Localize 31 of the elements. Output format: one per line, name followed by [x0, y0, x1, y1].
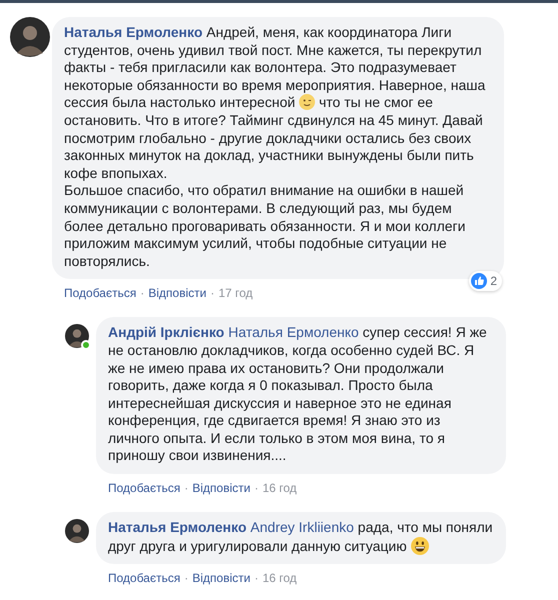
reply-link[interactable]: Відповісти [148, 285, 206, 302]
like-link[interactable]: Подобається [64, 285, 136, 302]
avatar[interactable] [65, 519, 89, 544]
author-link[interactable]: Наталья Ермоленко [108, 519, 247, 536]
like-icon [471, 273, 488, 290]
timestamp: 17 год [218, 285, 253, 302]
reaction-badge[interactable]: 2 [469, 271, 502, 292]
avatar[interactable] [10, 17, 50, 57]
separator-dot: · [254, 480, 258, 496]
timestamp: 16 год [262, 570, 297, 586]
separator-dot: · [140, 285, 144, 302]
reply-link[interactable]: Відповісти [192, 480, 250, 496]
reply-link[interactable]: Відповісти [192, 570, 250, 586]
separator-dot: · [184, 570, 188, 586]
grinning-emoji-icon [410, 536, 429, 555]
like-link[interactable]: Подобається [108, 480, 180, 496]
separator-dot: · [210, 285, 214, 302]
separator-dot: · [254, 570, 258, 586]
comment-text: Андрій Ірклієнко Наталья Ермоленко супер сессия! Я же не остановлю докладчиков, когда особенно судей ВС. Я же не имею права их остановить? Они продолжали говорить, даже когда я 0 показывал. Просто была интереснейшая дискуссия и наверное это не единая конференция, где сдвигается время! Я знаю это из личного опыта. И если только в этом моя вина, то я приношу свои извинения.... [108, 324, 488, 466]
like-link[interactable]: Подобається [108, 570, 180, 586]
winking-emoji-icon [299, 94, 316, 110]
mention-link[interactable]: Наталья Ермоленко [228, 324, 359, 340]
author-link[interactable]: Андрій Ірклієнко [108, 324, 224, 340]
comment-text: Наталья Ермоленко Andrey Irkliienko рада, что мы поняли друг друга и уригулировали данную ситуацию [108, 519, 494, 556]
mention-link[interactable]: Andrey Irkliienko [250, 519, 354, 536]
separator-dot: · [184, 480, 188, 496]
comment-text: Наталья Ермоленко Андрей, меня, как координатора Лиги студентов, очень удивил твой пост. Мне кажется, ты перекрутил факты - тебя пригласили как волонтера. Это подразумевает некоторые обязанности во время мероприятия. Наверное, наша сессия была настолько интересной что ты не смог ее остановить. Что в итоге? Тайминг сдвинулся на 45 минут. Давай посмотрим глобально - другие докладчики остались без своих законных минуток на доклад, участники вынуждены были пить кофе впопыхах. Большое спасибо, что обратил внимание на ошибки в нашей коммуникации с волонтерами. В следующий раз, мы будем более детально проговаривать обязанности. Я и мои коллеги приложим максимум усилий, чтобы подобные ситуации не повторялись. [64, 24, 486, 270]
author-link[interactable]: Наталья Ермоленко [64, 24, 203, 40]
timestamp: 16 год [262, 480, 297, 496]
reaction-count: 2 [490, 273, 497, 290]
avatar[interactable] [65, 324, 89, 348]
